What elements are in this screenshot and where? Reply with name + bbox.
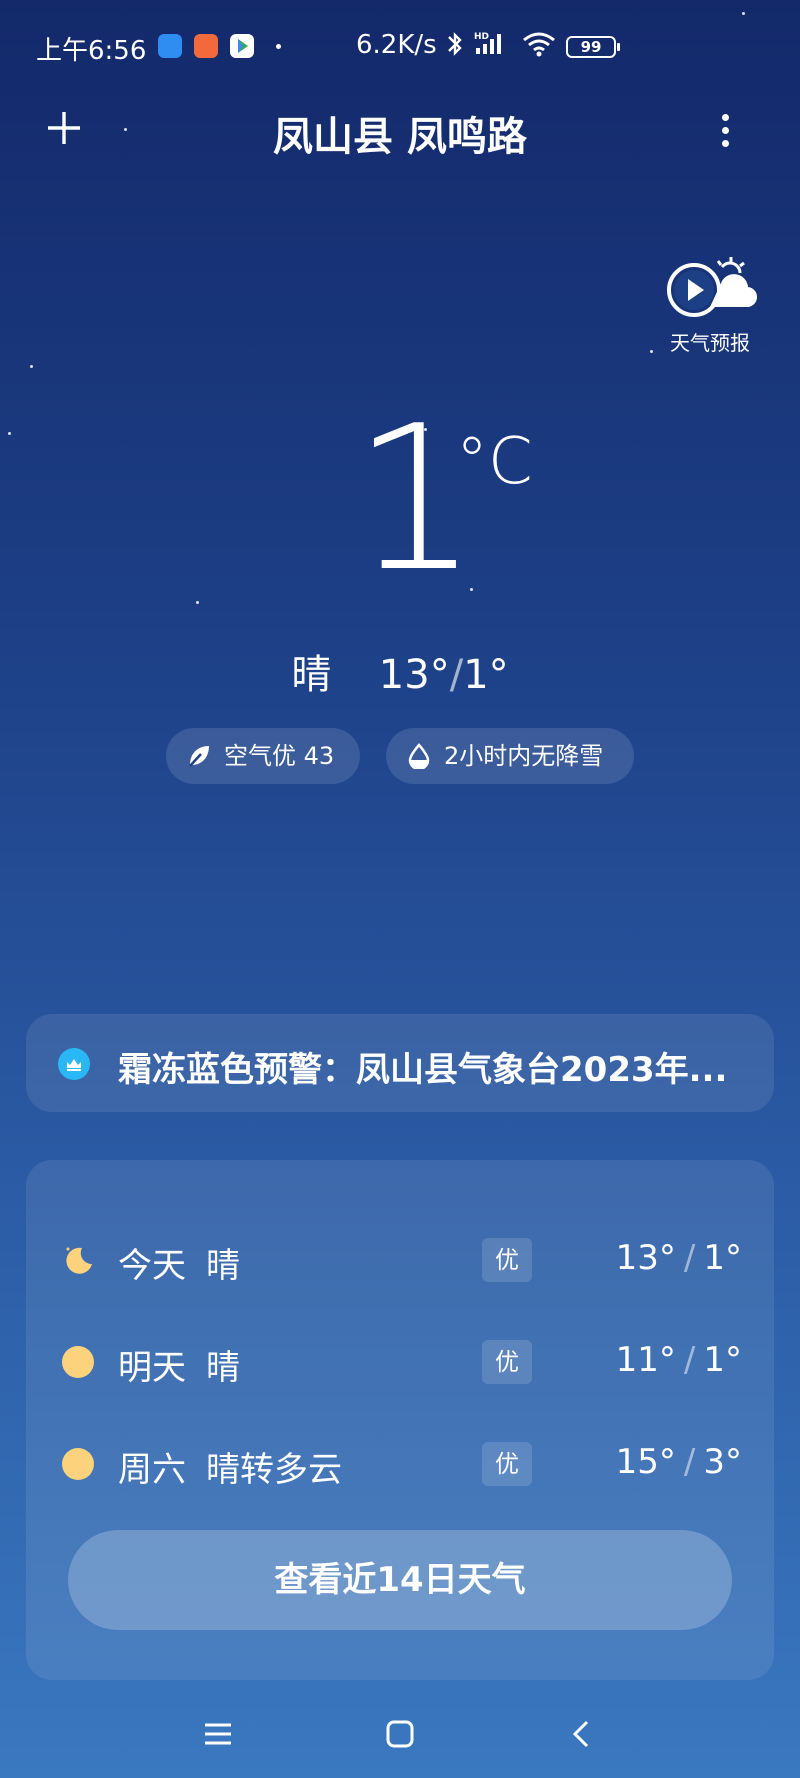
- menu-icon: [205, 1723, 231, 1745]
- sun-icon: [62, 1346, 94, 1378]
- high-low-separator: /: [449, 652, 464, 698]
- sun-icon: [62, 1448, 94, 1480]
- star: [30, 365, 33, 368]
- forecast-high: 15°: [615, 1442, 676, 1482]
- forecast-condition: 晴转多云: [206, 1450, 342, 1490]
- forecast-row[interactable]: 周六 晴转多云 优 15°/3°: [26, 1434, 774, 1494]
- moon-icon: [66, 1247, 92, 1274]
- leaf-icon: [189, 746, 209, 767]
- wifi-icon: [522, 30, 556, 65]
- system-nav-bar: [0, 1700, 800, 1778]
- forecast-day: 明天: [118, 1348, 186, 1388]
- precipitation-text: 2小时内无降雪: [444, 742, 604, 770]
- back-icon: [572, 1720, 589, 1748]
- more-icon-dot: [722, 127, 729, 134]
- network-speed: 6.2K/s: [356, 30, 437, 60]
- current-condition: 晴: [291, 652, 332, 698]
- nav-home-button[interactable]: [380, 1714, 420, 1754]
- weather-pills: 空气优 43 2小时内无降雪: [0, 728, 800, 784]
- air-quality-text: 空气优 43: [224, 742, 335, 770]
- water-drop-icon: [408, 743, 430, 769]
- forecast-low: 1°: [703, 1340, 742, 1380]
- app-notification-icon: [194, 34, 218, 58]
- battery-indicator: 99: [566, 36, 620, 58]
- home-icon: [386, 1720, 414, 1748]
- aqi-badge: 优: [482, 1238, 532, 1282]
- forecast-day: 周六: [118, 1450, 186, 1490]
- app-header: 凤山县 凤鸣路: [0, 96, 800, 186]
- forecast-low: 1°: [703, 1238, 742, 1278]
- aqi-badge: 优: [482, 1340, 532, 1384]
- forecast-low: 3°: [703, 1442, 742, 1482]
- bluetooth-icon: [446, 30, 464, 65]
- app-notification-icon: [158, 34, 182, 58]
- star: [650, 350, 653, 353]
- star: [8, 432, 11, 435]
- aqi-badge: 优: [482, 1442, 532, 1486]
- star: [196, 601, 199, 604]
- nav-back-button[interactable]: [562, 1714, 602, 1754]
- status-time: 上午6:56: [36, 36, 147, 66]
- forecast-condition: 晴: [206, 1246, 240, 1286]
- status-bar: 上午6:56 6.2K/s HD 99: [0, 0, 800, 96]
- temp-separator: /: [683, 1238, 696, 1278]
- temp-separator: /: [683, 1340, 696, 1380]
- notification-dot: [276, 44, 281, 49]
- forecast-video-label: 天气预报: [670, 331, 750, 355]
- forecast-row[interactable]: 今天晴 优 13°/1°: [26, 1230, 774, 1290]
- forecast-high: 13°: [615, 1238, 676, 1278]
- precipitation-pill[interactable]: 2小时内无降雪: [386, 728, 634, 784]
- view-14-day-button[interactable]: 查看近14日天气: [68, 1530, 732, 1630]
- alert-text: 霜冻蓝色预警：凤山县气象台2023年...: [118, 1050, 728, 1090]
- location-title: 凤山县 凤鸣路: [273, 114, 527, 160]
- more-icon-dot: [722, 114, 729, 121]
- nav-menu-button[interactable]: [198, 1714, 238, 1754]
- forecast-play-icon: [667, 257, 758, 317]
- air-quality-pill[interactable]: 空气优 43: [166, 728, 360, 784]
- more-menu-button[interactable]: [706, 108, 746, 152]
- condition-summary: 晴 13°/1°: [0, 642, 800, 700]
- more-icon-dot: [722, 140, 729, 147]
- today-high: 13°: [378, 652, 450, 698]
- temp-separator: /: [683, 1442, 696, 1482]
- forecast-day: 今天: [118, 1246, 186, 1286]
- forecast-high: 11°: [615, 1340, 676, 1380]
- forecast-row[interactable]: 明天晴 优 11°/1°: [26, 1332, 774, 1392]
- forecast-condition: 晴: [206, 1348, 240, 1388]
- daily-forecast-card: 今天晴 优 13°/1° 明天晴 优 11°/1° 周六 晴转多云 优 15°/3…: [26, 1160, 774, 1680]
- cellular-signal-icon: HD: [472, 30, 512, 65]
- play-store-icon: [230, 34, 254, 58]
- today-low: 1°: [463, 652, 509, 698]
- alert-warning-icon: [58, 1048, 90, 1080]
- signal-hd-label: HD: [474, 32, 489, 42]
- weather-forecast-video-button[interactable]: 天气预报: [660, 255, 760, 355]
- weather-alert-card[interactable]: 霜冻蓝色预警：凤山县气象台2023年...: [26, 1014, 774, 1112]
- temperature-unit: °C: [456, 425, 533, 499]
